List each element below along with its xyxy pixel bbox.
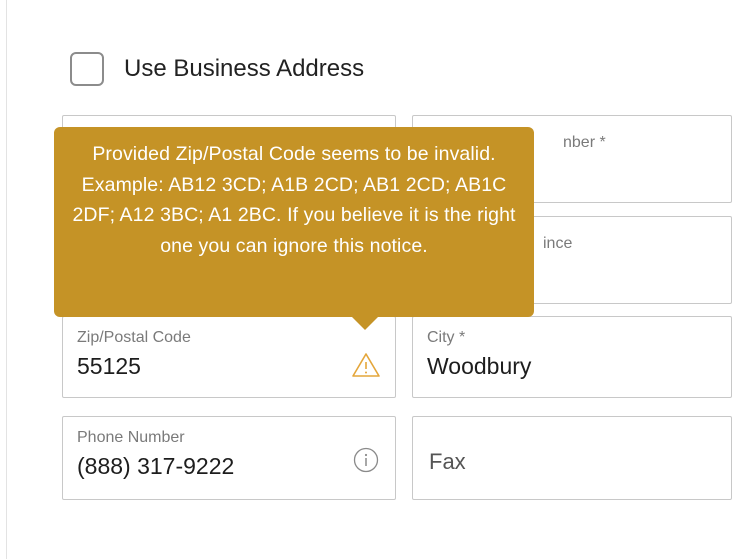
city-field[interactable]: City * Woodbury xyxy=(412,316,732,398)
city-value[interactable]: Woodbury xyxy=(427,353,531,380)
zip-postal-code-field[interactable]: Zip/Postal Code 55125 xyxy=(62,316,396,398)
zip-postal-code-label: Zip/Postal Code xyxy=(77,329,191,346)
phone-number-field[interactable]: Phone Number (888) 317-9222 xyxy=(62,416,396,500)
use-business-address-row[interactable]: Use Business Address xyxy=(70,52,364,86)
phone-number-label: Phone Number xyxy=(77,429,185,446)
city-label: City * xyxy=(427,329,466,346)
fax-placeholder: Fax xyxy=(429,449,466,474)
zip-validation-tooltip: Provided Zip/Postal Code seems to be inv… xyxy=(54,127,534,317)
tooltip-arrow xyxy=(351,316,379,330)
fax-field[interactable]: Fax xyxy=(412,416,732,500)
use-business-address-label: Use Business Address xyxy=(124,55,365,82)
zip-postal-code-value[interactable]: 55125 xyxy=(77,353,141,380)
use-business-address-checkbox[interactable] xyxy=(70,52,104,86)
info-circle-icon[interactable] xyxy=(353,447,379,473)
phone-number-value[interactable]: (888) 317-9222 xyxy=(77,453,234,480)
warning-triangle-icon xyxy=(352,353,380,377)
street-number-label: nber * xyxy=(563,134,606,151)
state-province-label: ince xyxy=(543,235,573,252)
